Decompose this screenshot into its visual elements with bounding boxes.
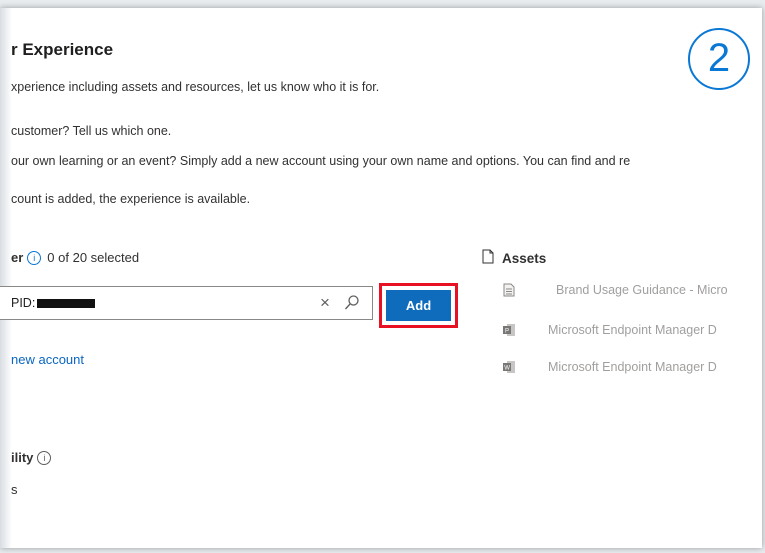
description-line-4: count is added, the experience is availa… — [11, 192, 251, 206]
svg-text:W: W — [504, 366, 510, 372]
document-outline-icon — [482, 249, 494, 267]
assets-heading: Assets — [482, 249, 546, 267]
search-icon[interactable] — [344, 294, 360, 316]
assets-heading-label: Assets — [502, 250, 547, 266]
availability-value: s — [11, 482, 18, 497]
step-number-badge: 2 — [688, 28, 750, 90]
info-icon[interactable]: i — [27, 250, 42, 265]
asset-label: Microsoft Endpoint Manager D — [548, 323, 717, 337]
customer-label-row: er i 0 of 20 selected — [11, 250, 139, 265]
customer-search-input[interactable]: PID: × — [0, 286, 373, 320]
customer-label: er — [11, 250, 24, 265]
search-value: PID: — [11, 296, 96, 310]
document-icon — [503, 283, 515, 297]
clear-icon[interactable]: × — [320, 293, 330, 313]
description-line-3: our own learning or an event? Simply add… — [11, 154, 631, 168]
info-icon[interactable]: i — [37, 450, 52, 465]
search-value-prefix: PID: — [11, 296, 36, 310]
asset-item[interactable]: P Microsoft Endpoint Manager D — [503, 321, 717, 339]
experience-panel: r Experience xperience including assets … — [0, 8, 762, 548]
powerpoint-icon: P — [503, 324, 515, 336]
asset-item[interactable]: W Microsoft Endpoint Manager D — [503, 358, 717, 376]
word-icon: W — [503, 361, 515, 373]
redacted-text — [37, 298, 96, 308]
availability-label-row: ility i — [11, 450, 57, 465]
add-button[interactable]: Add — [386, 290, 451, 321]
asset-item[interactable]: Brand Usage Guidance - Micro — [503, 281, 728, 299]
new-account-link[interactable]: new account — [11, 352, 84, 367]
asset-label: Brand Usage Guidance - Micro — [556, 283, 728, 297]
svg-text:P: P — [505, 329, 509, 335]
page-title: r Experience — [11, 40, 114, 59]
availability-label: ility — [11, 450, 34, 465]
asset-label: Microsoft Endpoint Manager D — [548, 360, 717, 374]
description-line-1: xperience including assets and resources… — [11, 80, 380, 94]
selected-count: 0 of 20 selected — [47, 250, 140, 265]
description-line-2: customer? Tell us which one. — [11, 124, 172, 138]
